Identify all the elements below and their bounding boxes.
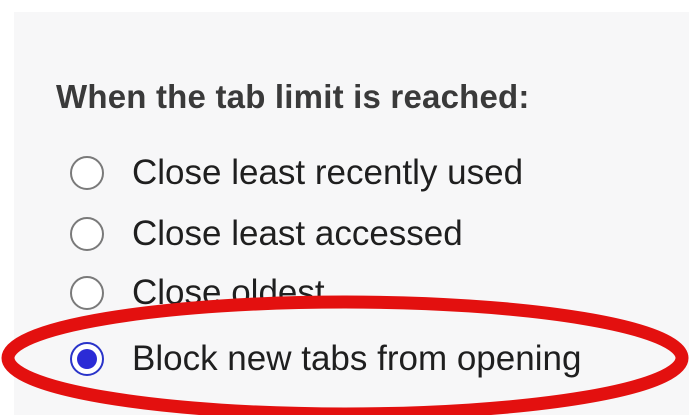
radio-button[interactable]	[70, 156, 104, 190]
option-label: Block new tabs from opening	[132, 339, 582, 378]
section-heading: When the tab limit is reached:	[56, 78, 530, 115]
option-label: Close least accessed	[132, 214, 463, 253]
option-label: Close least recently used	[132, 153, 524, 192]
option-close-least-recently-used[interactable]: Close least recently used	[70, 148, 523, 198]
option-label: Close oldest	[132, 273, 325, 312]
radio-button[interactable]	[70, 276, 104, 310]
radio-button-selected[interactable]	[70, 342, 104, 376]
option-close-oldest[interactable]: Close oldest	[70, 268, 325, 318]
radio-button[interactable]	[70, 217, 104, 251]
option-close-least-accessed[interactable]: Close least accessed	[70, 209, 463, 259]
option-block-new-tabs[interactable]: Block new tabs from opening	[70, 334, 581, 384]
